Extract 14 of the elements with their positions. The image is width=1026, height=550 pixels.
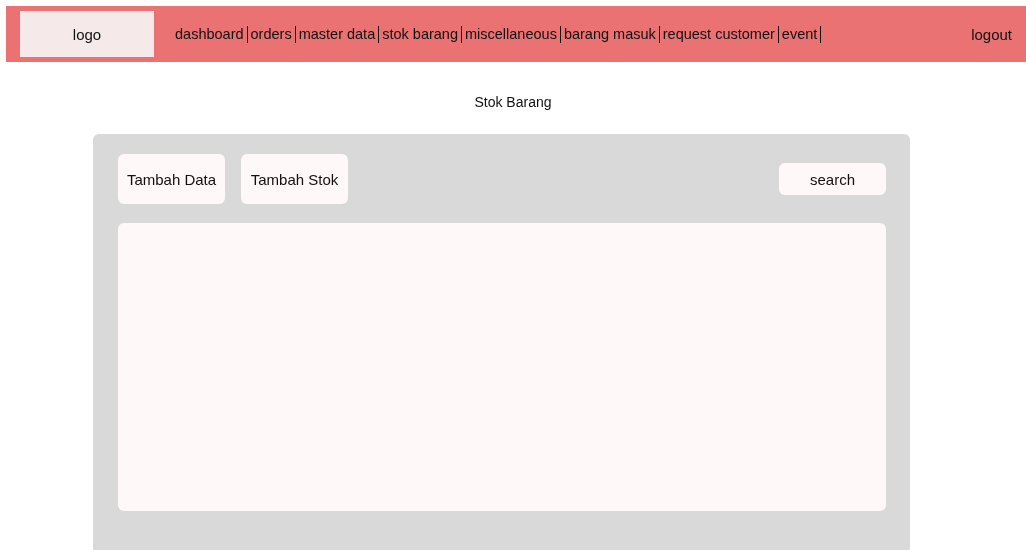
search-field[interactable]: search	[779, 163, 886, 195]
nav-link[interactable]: miscellaneous	[462, 25, 561, 43]
nav-link[interactable]: master data	[295, 25, 380, 43]
nav-link[interactable]: stok barang	[379, 25, 462, 43]
logout-link[interactable]: logout	[971, 25, 1012, 43]
action-button[interactable]: Tambah Data	[118, 154, 225, 204]
nav-link[interactable]: orders	[247, 25, 296, 43]
nav-link[interactable]: event	[778, 25, 822, 43]
page-title: Stok Barang	[473, 94, 553, 112]
nav-link[interactable]: request customer	[659, 25, 779, 43]
nav-link[interactable]: barang masuk	[560, 25, 660, 43]
action-button[interactable]: Tambah Stok	[241, 154, 348, 204]
nav-link[interactable]: dashboard	[172, 25, 248, 43]
logo[interactable]: logo	[20, 11, 154, 57]
